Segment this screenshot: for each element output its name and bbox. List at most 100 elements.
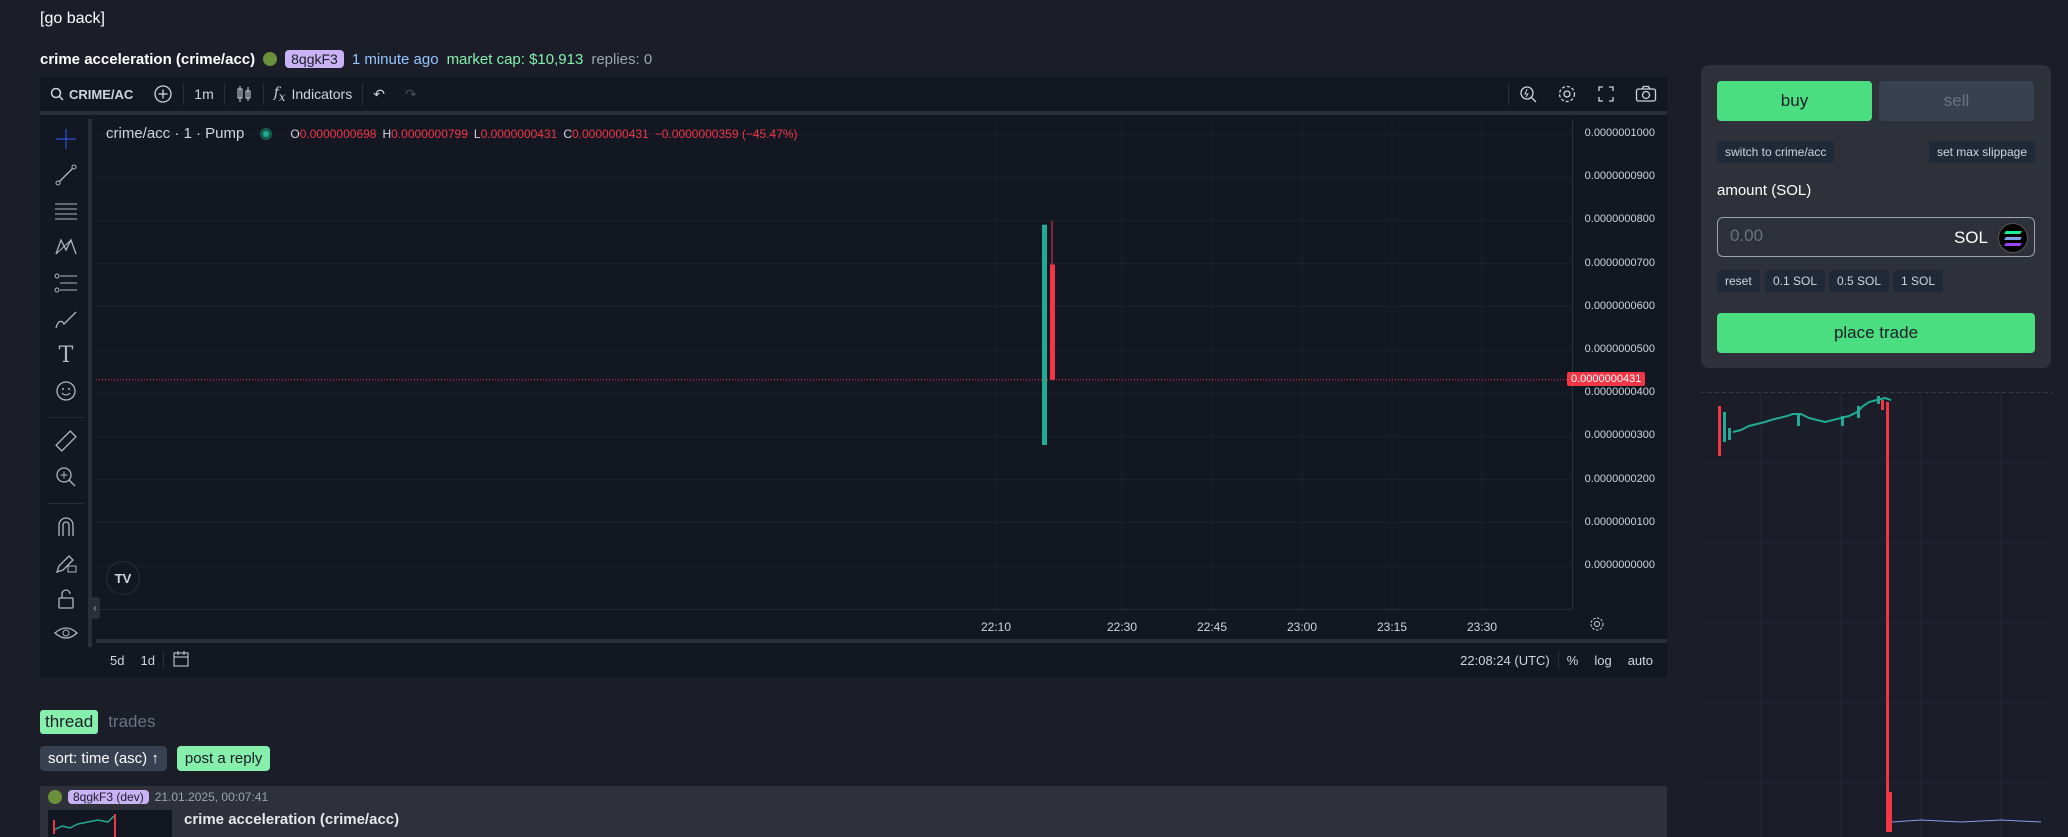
text-tool[interactable]: T [52, 341, 80, 369]
compare-button[interactable] [143, 77, 183, 111]
thread-post: 8qgkF3 (dev) 21.01.2025, 00:07:41 crime … [40, 786, 1667, 837]
undo-icon: ↶ [373, 85, 385, 102]
market-status-dot [260, 127, 273, 140]
fullscreen-button[interactable] [1587, 77, 1625, 111]
candle-body[interactable] [1042, 224, 1047, 446]
lock-tool[interactable] [52, 585, 80, 613]
post-reply-button[interactable]: post a reply [176, 746, 271, 771]
trend-line-tool[interactable] [52, 161, 80, 189]
preset-0-1-sol-button[interactable]: 0.1 SOL [1765, 270, 1826, 292]
interval-button[interactable]: 1m [184, 77, 223, 111]
auto-toggle[interactable]: auto [1620, 653, 1667, 668]
indicators-button[interactable]: fx Indicators [264, 77, 362, 111]
smiley-icon [56, 381, 76, 401]
y-tick-label: 0.0000001000 [1584, 127, 1655, 139]
solana-logo-icon [1998, 223, 2028, 253]
sell-tab[interactable]: sell [1879, 81, 2034, 121]
amount-input[interactable] [1730, 226, 1930, 246]
screenshot-button[interactable] [1625, 77, 1667, 111]
tab-thread[interactable]: thread [40, 710, 99, 734]
chart-type-button[interactable] [225, 77, 263, 111]
search-icon [50, 87, 64, 101]
place-trade-button[interactable]: place trade [1717, 313, 2035, 353]
range-1d-button[interactable]: 1d [132, 653, 162, 668]
thread-controls: sort: time (asc) ↑ post a reply [40, 746, 271, 771]
lock-drawings-tool[interactable] [52, 549, 80, 577]
go-back-link[interactable]: [go back] [40, 10, 105, 28]
tool-divider [48, 503, 84, 504]
ruler-icon [55, 430, 77, 452]
created-ago: 1 minute ago [351, 50, 439, 68]
calendar-icon [173, 650, 189, 666]
trend-line-icon [55, 164, 77, 186]
last-price-tag: 0.0000000431 [1567, 371, 1646, 386]
price-chart: CRIME/AC 1m fx Indicators ↶ ↷ T ‹ crime/… [40, 77, 1667, 677]
creator-avatar-icon [263, 52, 278, 66]
date-range-button[interactable] [164, 650, 198, 671]
crosshair-tool[interactable] [52, 125, 80, 153]
y-tick-label: 0.0000000000 [1584, 559, 1655, 571]
y-tick-label: 0.0000000900 [1584, 170, 1655, 183]
eye-icon [54, 627, 78, 639]
percent-toggle[interactable]: % [1559, 653, 1587, 668]
utc-clock[interactable]: 22:08:24 (UTC) [1452, 653, 1558, 668]
switch-currency-button[interactable]: switch to crime/acc [1717, 141, 1835, 163]
quick-search-button[interactable] [1509, 77, 1547, 111]
brush-tool[interactable] [52, 305, 80, 333]
legend-low-value: 0.0000000431 [480, 126, 558, 141]
brush-icon [55, 311, 77, 329]
fullscreen-icon [1598, 86, 1614, 102]
ruler-tool[interactable] [52, 427, 80, 455]
y-tick-label: 0.0000000200 [1584, 472, 1655, 485]
crosshair-icon [56, 129, 76, 149]
visibility-tool[interactable] [52, 619, 80, 647]
post-timestamp: 21.01.2025, 00:07:41 [154, 790, 269, 804]
candle-body[interactable] [1050, 264, 1055, 380]
redo-button[interactable]: ↷ [395, 77, 427, 111]
bottom-right-controls: 22:08:24 (UTC) % log auto [1452, 651, 1667, 669]
axis-settings-icon[interactable] [1589, 616, 1605, 632]
mini-candles [1718, 396, 2042, 832]
y-tick-label: 0.0000000700 [1584, 256, 1655, 269]
settings-button[interactable] [1547, 77, 1587, 111]
creator-badge[interactable]: 8qgkF3 [285, 50, 344, 68]
fib-tool[interactable] [52, 197, 80, 225]
legend-high-value: 0.0000000799 [391, 126, 468, 141]
reset-amount-button[interactable]: reset [1717, 270, 1760, 292]
background-mini-chart [1701, 391, 2053, 837]
text-icon: T [58, 342, 74, 368]
sort-button[interactable]: sort: time (asc) ↑ [40, 746, 167, 771]
preset-1-sol-button[interactable]: 1 SOL [1893, 270, 1944, 292]
thumbnail-chart [53, 814, 116, 837]
redo-icon: ↷ [404, 85, 417, 102]
y-tick-label: 0.0000000800 [1584, 213, 1655, 226]
buy-tab[interactable]: buy [1717, 81, 1872, 121]
price-axis[interactable]: 0.0000000431 0.0000001000 0.0000000900 0.0… [1567, 119, 1667, 609]
forecast-tool[interactable] [52, 269, 80, 297]
tab-trades[interactable]: trades [108, 712, 155, 732]
chart-plot-area[interactable]: crime/acc · 1 · Pump O 0.0000000698 H 0.00… [96, 119, 1572, 609]
post-thumbnail[interactable] [48, 810, 172, 837]
emoji-tool[interactable] [52, 377, 80, 405]
zoom-in-icon [56, 467, 76, 487]
range-5d-button[interactable]: 5d [96, 653, 132, 668]
magnet-tool[interactable] [52, 513, 80, 541]
y-tick-label: 0.0000000300 [1584, 429, 1655, 442]
fx-icon: fx [273, 84, 286, 104]
log-toggle[interactable]: log [1586, 653, 1619, 668]
time-axis[interactable]: 22:10 22:30 22:45 23:00 23:15 23:30 [96, 609, 1604, 639]
drawing-toolbar: T ‹ [40, 119, 100, 647]
zoom-tool[interactable] [52, 463, 80, 491]
post-author-badge[interactable]: 8qgkF3 (dev) [68, 790, 149, 804]
pattern-tool[interactable] [52, 233, 80, 261]
pattern-icon [55, 238, 77, 255]
mini-chart-svg [1701, 391, 2053, 837]
post-meta: 8qgkF3 (dev) 21.01.2025, 00:07:41 [48, 790, 268, 804]
undo-button[interactable]: ↶ [363, 77, 395, 111]
tradingview-logo-icon[interactable]: TV [106, 561, 140, 595]
fib-lines-icon [55, 203, 77, 220]
preset-0-5-sol-button[interactable]: 0.5 SOL [1829, 270, 1890, 292]
symbol-search-button[interactable]: CRIME/AC [40, 77, 143, 111]
max-slippage-button[interactable]: set max slippage [1928, 141, 2035, 163]
post-title: crime acceleration (crime/acc) [184, 811, 400, 828]
